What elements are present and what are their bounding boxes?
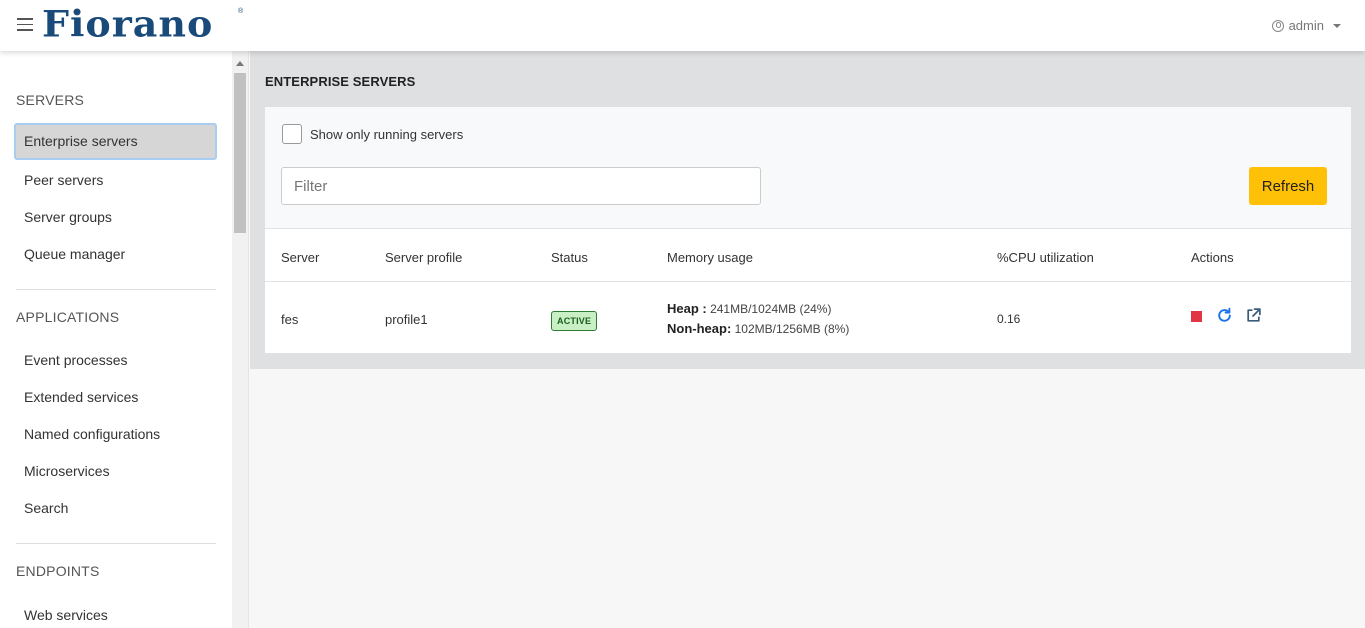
heap-label: Heap : [667, 301, 707, 316]
hamburger-menu-icon[interactable] [17, 18, 33, 31]
heap-value: 241MB/1024MB (24%) [710, 302, 832, 316]
servers-card: Show only running servers Refresh Server… [265, 107, 1351, 353]
column-header-actions: Actions [1191, 250, 1234, 265]
sidebar-divider [16, 543, 216, 544]
user-menu[interactable]: admin [1271, 18, 1341, 33]
caret-down-icon [1333, 23, 1341, 28]
fiorano-logo: Fiorano [42, 2, 214, 45]
nonheap-label: Non-heap: [667, 321, 732, 336]
section-title-applications: APPLICATIONS [16, 309, 120, 325]
sidebar-item-microservices[interactable]: Microservices [14, 453, 217, 490]
status-badge: ACTIVE [551, 311, 598, 331]
sidebar-item-named-configurations[interactable]: Named configurations [14, 416, 217, 453]
sidebar-item-extended-services[interactable]: Extended services [14, 379, 217, 416]
column-header-server: Server [281, 250, 320, 265]
sidebar-item-queue-manager[interactable]: Queue manager [14, 236, 217, 273]
table-header-divider [265, 281, 1351, 282]
column-header-server-profile: Server profile [385, 250, 463, 265]
sidebar-divider [16, 289, 216, 290]
sidebar-item-web-services[interactable]: Web services [14, 597, 217, 628]
refresh-button[interactable]: Refresh [1249, 167, 1327, 205]
sidebar-item-search[interactable]: Search [14, 490, 217, 527]
sidebar-item-server-groups[interactable]: Server groups [14, 199, 217, 236]
nonheap-value: 102MB/1256MB (8%) [734, 322, 850, 336]
section-title-endpoints: ENDPOINTS [16, 563, 100, 579]
sidebar-item-peer-servers[interactable]: Peer servers [14, 162, 217, 199]
cell-server: fes [281, 312, 299, 327]
column-header-memory-usage: Memory usage [667, 250, 753, 265]
sidebar-scrollbar[interactable] [232, 51, 249, 628]
external-link-icon[interactable] [1245, 307, 1262, 324]
cell-cpu-utilization: 0.16 [997, 312, 1021, 326]
nonheap-usage: Non-heap: 102MB/1256MB (8%) [667, 321, 849, 336]
page-title: ENTERPRISE SERVERS [265, 74, 416, 89]
show-running-checkbox[interactable] [282, 124, 302, 144]
column-header-status: Status [551, 250, 588, 265]
registered-mark: ® [238, 8, 244, 15]
top-bar: Fiorano ® admin [0, 0, 1365, 51]
sidebar-item-enterprise-servers[interactable]: Enterprise servers [14, 123, 217, 160]
column-header-cpu-utilization: %CPU utilization [997, 250, 1094, 265]
scroll-up-arrow-icon[interactable] [236, 61, 244, 66]
show-running-label[interactable]: Show only running servers [310, 127, 463, 142]
restart-icon[interactable] [1216, 307, 1233, 324]
user-circle-icon [1271, 19, 1284, 32]
section-title-servers: SERVERS [16, 92, 85, 108]
sidebar-item-event-processes[interactable]: Event processes [14, 342, 217, 379]
heap-usage: Heap : 241MB/1024MB (24%) [667, 301, 831, 316]
user-name: admin [1288, 18, 1324, 33]
stop-icon[interactable] [1191, 311, 1202, 322]
sidebar: SERVERS Enterprise servers Peer servers … [0, 51, 232, 628]
cell-server-profile: profile1 [385, 312, 428, 327]
filter-input[interactable] [281, 167, 761, 205]
scrollbar-thumb[interactable] [234, 73, 246, 233]
filter-area: Show only running servers Refresh [265, 107, 1351, 229]
